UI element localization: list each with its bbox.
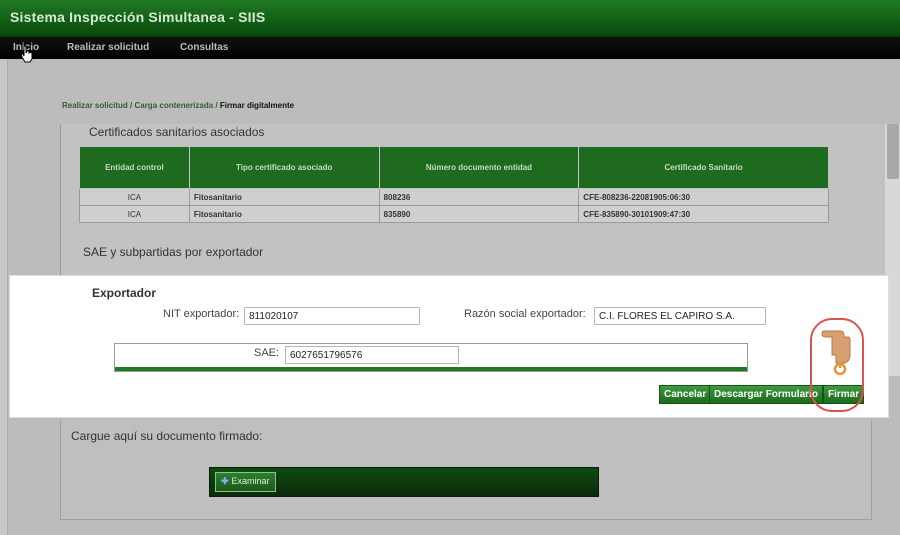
main-menu: Inicio Realizar solicitud Consultas — [0, 37, 900, 59]
column-header: Certificado Sanitario — [578, 146, 829, 189]
sae-section-title: SAE y subpartidas por exportador — [83, 245, 264, 259]
nit-label: NIT exportador: — [163, 308, 240, 320]
column-header: Entidad control — [79, 146, 190, 189]
file-upload-bar: ✚ Examinar — [209, 467, 599, 497]
table-cell: 808236 — [378, 188, 580, 206]
browse-button[interactable]: ✚ Examinar — [215, 472, 276, 492]
column-header: Tipo certificado asociado — [188, 146, 380, 189]
table-row: ICA Fitosanitario 808236 CFE-808236-2208… — [79, 188, 829, 206]
breadcrumb: Realizar solicitud / Carga contenerizada… — [62, 101, 294, 110]
sae-subpanel: SAE: — [114, 343, 748, 372]
table-cell: Fitosanitario — [188, 188, 380, 206]
sae-table-header — [115, 367, 747, 371]
table-cell: Fitosanitario — [188, 205, 380, 223]
table-row: ICA Fitosanitario 835890 CFE-835890-3010… — [79, 205, 829, 223]
app-title: Sistema Inspección Simultanea - SIIS — [10, 9, 266, 25]
download-form-button[interactable]: Descargar Formulario — [709, 385, 823, 404]
sae-label: SAE: — [254, 347, 280, 359]
column-header: Número documento entidad — [378, 146, 580, 189]
menu-item-consultas[interactable]: Consultas — [180, 42, 228, 53]
sae-field[interactable] — [285, 346, 459, 364]
breadcrumb-current: Firmar digitalmente — [219, 101, 295, 110]
table-cell: 835890 — [378, 205, 580, 223]
table-cell: CFE-808236-22081905:06:30 — [578, 188, 829, 206]
table-header-row: Entidad control Tipo certificado asociad… — [79, 146, 829, 189]
hand-cursor-icon — [20, 45, 33, 63]
tap-hand-icon — [821, 330, 851, 376]
razon-social-field[interactable] — [594, 307, 766, 325]
razon-social-label: Razón social exportador: — [464, 308, 586, 320]
certificates-table: Entidad control Tipo certificado asociad… — [79, 146, 829, 223]
menu-item-realizar-solicitud[interactable]: Realizar solicitud — [67, 42, 149, 53]
left-border — [0, 59, 8, 535]
scrollbar-thumb[interactable] — [887, 124, 899, 179]
nit-field[interactable] — [244, 307, 420, 325]
table-cell: ICA — [79, 188, 190, 206]
plus-icon: ✚ — [221, 476, 229, 486]
upload-section: Cargue aquí su documento firmado: ✚ Exami… — [60, 419, 872, 520]
browse-label: Examinar — [231, 476, 270, 486]
exportador-panel: Exportador NIT exportador: Razón social … — [10, 276, 888, 417]
exportador-heading: Exportador — [92, 286, 157, 300]
cancel-button[interactable]: Cancelar — [659, 385, 712, 404]
certificates-section-title: Certificados sanitarios asociados — [89, 125, 265, 139]
table-cell: CFE-835890-30101909:47:30 — [578, 205, 829, 223]
breadcrumb-path[interactable]: Realizar solicitud / Carga contenerizada… — [62, 101, 220, 110]
table-cell: ICA — [79, 205, 190, 223]
upload-label: Cargue aquí su documento firmado: — [71, 429, 263, 443]
app-header: Sistema Inspección Simultanea - SIIS — [0, 0, 900, 37]
